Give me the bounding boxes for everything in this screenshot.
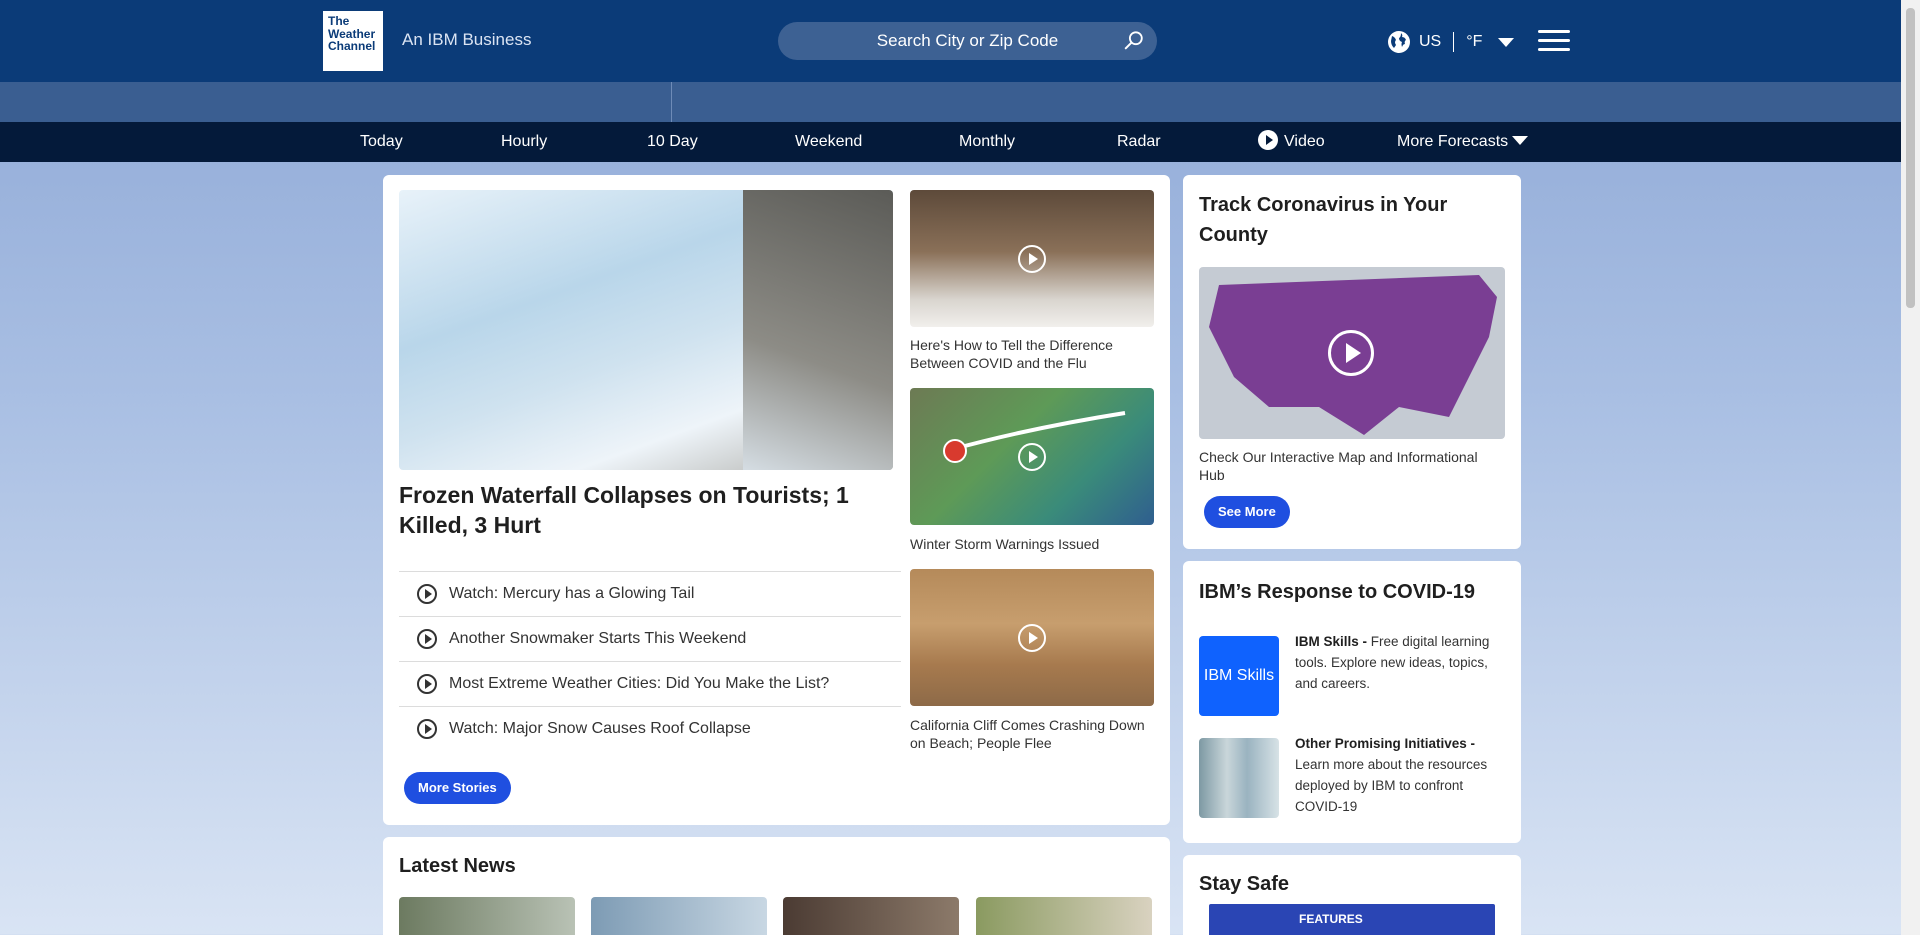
video-caption[interactable]: Winter Storm Warnings Issued — [910, 535, 1154, 553]
list-item[interactable]: Another Snowmaker Starts This Weekend — [399, 616, 901, 661]
nav-video[interactable]: Video — [1258, 122, 1325, 162]
nav-radar[interactable]: Radar — [1117, 122, 1161, 162]
ibm-response-title[interactable]: IBM’s Response to COVID-19 — [1199, 577, 1475, 607]
nav-more-label: More Forecasts — [1397, 133, 1509, 150]
hero-title[interactable]: Frozen Waterfall Collapses on Tourists; … — [399, 480, 879, 540]
search-placeholder: Search City or Zip Code — [876, 31, 1059, 50]
ibm-skills-tile[interactable]: IBM Skills — [1199, 636, 1279, 716]
play-icon — [1328, 330, 1374, 376]
nav-hourly[interactable]: Hourly — [501, 122, 547, 162]
page-scrollbar[interactable] — [1901, 0, 1920, 935]
hero-image-rock — [743, 190, 893, 470]
stay-safe-card: Stay Safe FEATURES — [1183, 855, 1521, 935]
initiatives-name: Other Promising Initiatives - — [1295, 736, 1476, 751]
story-list: Watch: Mercury has a Glowing Tail Anothe… — [399, 571, 901, 751]
latest-news-card: Latest News — [383, 837, 1170, 935]
nav-weekend[interactable]: Weekend — [795, 122, 862, 162]
scrollbar-thumb[interactable] — [1906, 8, 1915, 308]
video-thumbnail[interactable] — [910, 190, 1154, 327]
story-label: Watch: Major Snow Causes Roof Collapse — [449, 720, 751, 737]
menu-icon[interactable] — [1538, 30, 1570, 54]
chevron-down-icon — [1512, 136, 1529, 145]
nav-10-day[interactable]: 10 Day — [647, 122, 698, 162]
features-label: FEATURES — [1299, 912, 1363, 926]
video-caption[interactable]: California Cliff Comes Crashing Down on … — [910, 716, 1154, 752]
locale-unit: °F — [1466, 33, 1483, 50]
search-icon[interactable] — [1123, 30, 1145, 52]
story-label: Most Extreme Weather Cities: Did You Mak… — [449, 675, 830, 692]
more-stories-button[interactable]: More Stories — [404, 772, 511, 804]
top-stories-card: Frozen Waterfall Collapses on Tourists; … — [383, 175, 1170, 825]
top-header: The Weather Channel An IBM Business Sear… — [0, 0, 1901, 82]
play-icon — [1018, 624, 1046, 652]
stay-safe-title[interactable]: Stay Safe — [1199, 869, 1289, 899]
search-input[interactable]: Search City or Zip Code — [778, 22, 1157, 60]
logo-line-3: Channel — [328, 39, 376, 53]
covid-map-thumbnail[interactable] — [1199, 267, 1505, 439]
video-thumbnail[interactable] — [910, 388, 1154, 525]
locale-selector[interactable]: US °F — [1387, 30, 1515, 54]
weather-channel-logo[interactable]: The Weather Channel — [323, 11, 383, 71]
story-label: Another Snowmaker Starts This Weekend — [449, 630, 747, 647]
play-icon — [417, 584, 437, 604]
coronavirus-card: Track Coronavirus in Your County Check O… — [1183, 175, 1521, 549]
stay-safe-image[interactable]: FEATURES — [1209, 904, 1495, 935]
list-item[interactable]: Watch: Major Snow Causes Roof Collapse — [399, 706, 901, 751]
initiatives-desc: Learn more about the resources deployed … — [1295, 757, 1488, 814]
play-icon — [1018, 245, 1046, 273]
ibm-tagline: An IBM Business — [402, 30, 532, 49]
nav-today[interactable]: Today — [360, 122, 403, 162]
list-item[interactable]: Most Extreme Weather Cities: Did You Mak… — [399, 661, 901, 706]
play-icon — [417, 719, 437, 739]
video-caption[interactable]: Here's How to Tell the Difference Betwee… — [910, 336, 1154, 372]
strip-divider — [671, 82, 672, 122]
ibm-response-card: IBM’s Response to COVID-19 IBM Skills IB… — [1183, 561, 1521, 843]
secondary-strip — [0, 82, 1901, 122]
story-label: Watch: Mercury has a Glowing Tail — [449, 585, 695, 602]
ibm-skills-text[interactable]: IBM Skills - Free digital learning tools… — [1295, 631, 1505, 694]
news-thumbnail[interactable] — [976, 897, 1152, 935]
initiatives-text[interactable]: Other Promising Initiatives - Learn more… — [1295, 733, 1505, 817]
initiatives-photo[interactable] — [1199, 738, 1279, 818]
play-icon — [1258, 130, 1278, 150]
nav-monthly[interactable]: Monthly — [959, 122, 1015, 162]
coronavirus-caption: Check Our Interactive Map and Informatio… — [1199, 449, 1478, 483]
locale-divider — [1453, 32, 1455, 52]
globe-icon — [1388, 31, 1410, 53]
play-icon — [417, 674, 437, 694]
news-thumbnail[interactable] — [399, 897, 575, 935]
nav-more-forecasts[interactable]: More Forecasts — [1397, 122, 1529, 162]
news-thumbnail[interactable] — [783, 897, 959, 935]
forecast-nav: Today Hourly 10 Day Weekend Monthly Rada… — [0, 122, 1901, 162]
logo-line-1: The — [328, 14, 350, 28]
see-more-button[interactable]: See More — [1204, 496, 1290, 528]
coronavirus-title[interactable]: Track Coronavirus in Your County — [1199, 190, 1499, 250]
hero-image[interactable] — [399, 190, 893, 470]
nav-video-label: Video — [1284, 133, 1325, 150]
locale-country: US — [1419, 33, 1442, 50]
chevron-down-icon — [1498, 37, 1515, 47]
news-thumbnail[interactable] — [591, 897, 767, 935]
play-icon — [1018, 443, 1046, 471]
ibm-skills-name: IBM Skills - — [1295, 634, 1368, 649]
latest-news-title[interactable]: Latest News — [399, 851, 516, 881]
video-thumbnail[interactable] — [910, 569, 1154, 706]
play-icon — [417, 629, 437, 649]
list-item[interactable]: Watch: Mercury has a Glowing Tail — [399, 571, 901, 616]
